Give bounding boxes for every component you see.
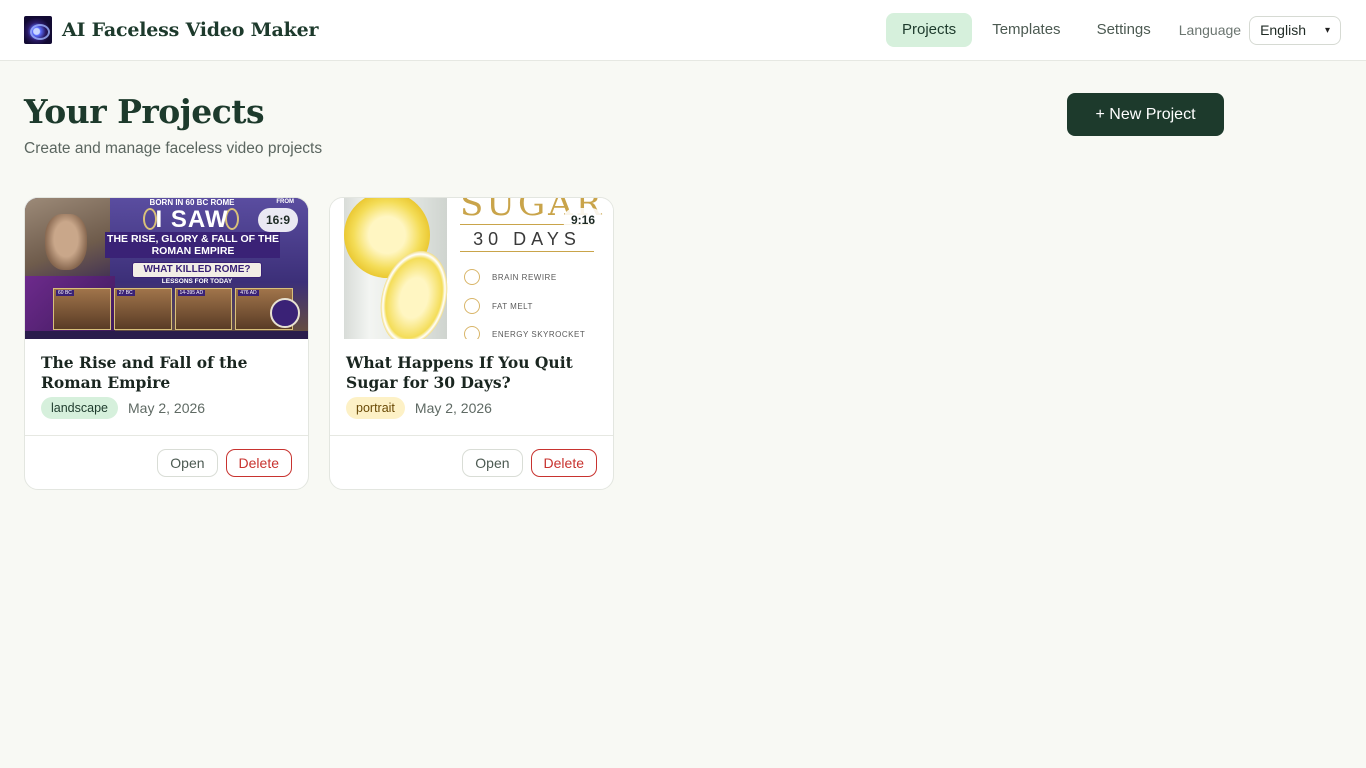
project-thumbnail[interactable]: BORN IN 60 BC ROME FROM I SAW THE RISE, … (25, 198, 308, 339)
chevron-down-icon: ▾ (1325, 24, 1331, 36)
open-button[interactable]: Open (157, 448, 218, 477)
project-meta: landscape May 2, 2026 (41, 397, 292, 419)
page-title: Your Projects (24, 92, 265, 131)
project-date: May 2, 2026 (414, 400, 492, 416)
language-label: Language (1178, 22, 1242, 38)
benefit-item: FAT MELT (464, 298, 533, 314)
timeline-panel: 27 BC (113, 288, 172, 330)
delete-button[interactable]: Delete (225, 448, 292, 477)
project-title: What Happens If You Quit Sugar for 30 Da… (346, 353, 573, 392)
aspect-ratio-badge: 9:16 (562, 208, 603, 232)
delete-button[interactable]: Delete (530, 448, 597, 477)
thumbnail-from-text: FROM (276, 199, 294, 205)
card-actions: Open Delete (25, 435, 308, 489)
main-nav: Projects Templates Settings Language Eng… (886, 13, 1342, 47)
emperor-face (45, 214, 87, 270)
top-bar: AI Faceless Video Maker Projects Templat… (0, 0, 1366, 61)
brand[interactable]: AI Faceless Video Maker (24, 16, 318, 44)
card-body: What Happens If You Quit Sugar for 30 Da… (330, 339, 613, 419)
brain-icon (464, 269, 480, 285)
card-body: The Rise and Fall of the Roman Empire la… (25, 339, 308, 419)
nav-templates[interactable]: Templates (976, 13, 1076, 47)
project-meta: portrait May 2, 2026 (346, 397, 597, 419)
language-select[interactable]: English ▾ (1249, 15, 1342, 45)
project-card[interactable]: SUGAR 30 DAYS BRAIN REWIRE FAT MELT ENER… (329, 197, 614, 490)
aspect-ratio-badge: 16:9 (257, 208, 298, 232)
card-actions: Open Delete (330, 435, 613, 489)
thumbnail-headline: I SAW (155, 206, 229, 233)
benefit-item: ENERGY SKYROCKET (464, 326, 585, 339)
benefit-item: BRAIN REWIRE (464, 269, 557, 285)
app-title: AI Faceless Video Maker (62, 19, 319, 41)
language-value: English (1260, 22, 1306, 38)
timeline-strip: 60 BC 27 BC 14-395 AD 476 AD (53, 288, 293, 330)
temple-seal-icon (270, 298, 300, 328)
thumbnail-subheadline: 30 DAYS (473, 229, 581, 249)
orientation-tag: landscape (41, 397, 118, 419)
orientation-tag: portrait (346, 397, 405, 419)
nav-projects[interactable]: Projects (886, 13, 973, 47)
timeline-panel: 60 BC (53, 288, 111, 330)
project-title: The Rise and Fall of the Roman Empire (41, 353, 248, 392)
project-date: May 2, 2026 (128, 400, 206, 416)
thumbnail-lessons: LESSONS FOR TODAY (161, 278, 233, 285)
app-logo-icon (24, 16, 52, 44)
new-project-button[interactable]: + New Project (1067, 93, 1224, 136)
project-thumbnail[interactable]: SUGAR 30 DAYS BRAIN REWIRE FAT MELT ENER… (330, 198, 613, 339)
flame-icon (464, 298, 480, 314)
thumbnail-bottom-bar (25, 331, 308, 339)
project-card[interactable]: BORN IN 60 BC ROME FROM I SAW THE RISE, … (24, 197, 309, 490)
divider (460, 251, 594, 252)
lightning-icon (464, 326, 480, 339)
page-subtitle: Create and manage faceless video project… (24, 140, 323, 157)
thumbnail-question: WHAT KILLED ROME? (132, 262, 262, 278)
timeline-panel: 14-395 AD (174, 288, 233, 330)
open-button[interactable]: Open (462, 448, 523, 477)
nav-settings[interactable]: Settings (1081, 13, 1167, 47)
thumbnail-band-text: THE RISE, GLORY & FALL OF THE ROMAN EMPI… (107, 233, 279, 257)
